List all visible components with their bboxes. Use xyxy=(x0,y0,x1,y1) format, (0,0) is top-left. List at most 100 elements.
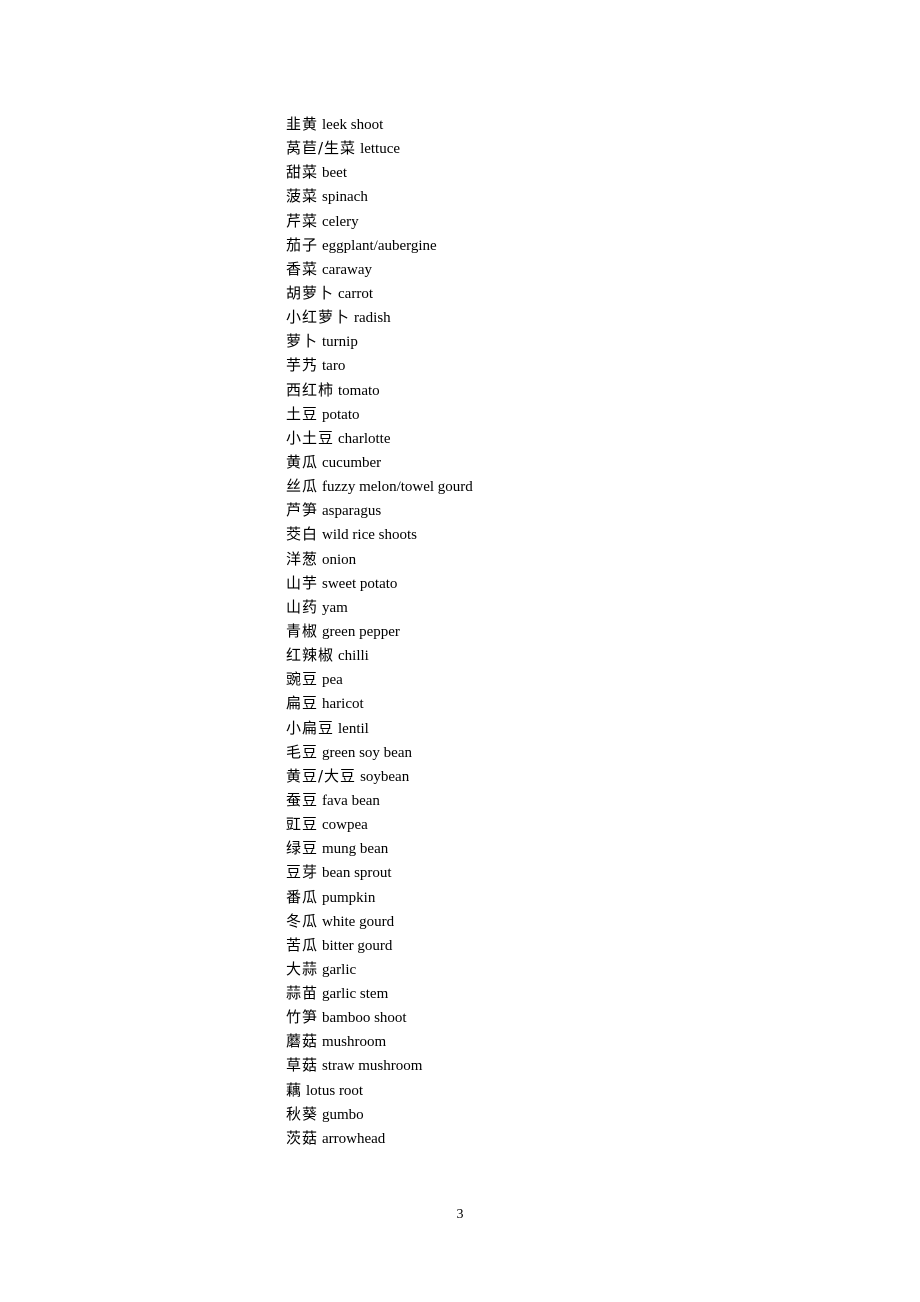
vocab-entry: 丝瓜 fuzzy melon/towel gourd xyxy=(286,474,473,498)
chinese-term: 红辣椒 xyxy=(286,646,335,665)
english-term: radish xyxy=(354,310,391,327)
chinese-term: 小扁豆 xyxy=(286,718,335,737)
vocab-entry: 苦瓜 bitter gourd xyxy=(286,933,473,957)
vocab-entry: 藕 lotus root xyxy=(286,1078,473,1102)
english-term: asparagus xyxy=(322,503,382,520)
vocab-entry: 红辣椒 chilli xyxy=(286,643,473,667)
english-term: white gourd xyxy=(322,913,395,930)
vocab-entry: 山芋 sweet potato xyxy=(286,571,473,595)
english-term: taro xyxy=(322,358,346,375)
vocab-entry: 洋葱 onion xyxy=(286,547,473,571)
vocab-entry: 大蒜 garlic xyxy=(286,957,473,981)
english-term: carrot xyxy=(338,285,373,302)
chinese-term: 山药 xyxy=(286,597,319,616)
english-term: fava bean xyxy=(322,792,380,809)
chinese-term: 山芋 xyxy=(286,573,319,592)
vocab-entry: 冬瓜 white gourd xyxy=(286,909,473,933)
chinese-term: 芦笋 xyxy=(286,501,319,520)
vocab-entry: 西红柿 tomato xyxy=(286,378,473,402)
english-term: beet xyxy=(322,165,347,182)
vocab-entry: 萝卜 turnip xyxy=(286,329,473,353)
chinese-term: 小红萝卜 xyxy=(286,308,351,327)
vocab-entry: 蘑菇 mushroom xyxy=(286,1029,473,1053)
vocab-entry: 菠菜 spinach xyxy=(286,184,473,208)
chinese-term: 番瓜 xyxy=(286,887,319,906)
english-term: yam xyxy=(322,599,348,616)
vocab-entry: 韭黄 leek shoot xyxy=(286,112,473,136)
document-page: 韭黄 leek shoot 莴苣/生菜 lettuce 甜菜 beet 菠菜 spinach 芹… xyxy=(0,0,920,1302)
chinese-term: 芹菜 xyxy=(286,211,319,230)
english-term: charlotte xyxy=(338,430,391,447)
english-term: green pepper xyxy=(322,623,400,640)
english-term: mung bean xyxy=(322,841,389,858)
english-term: haricot xyxy=(322,696,364,713)
english-term: lotus root xyxy=(306,1082,364,1099)
english-term: bitter gourd xyxy=(322,937,393,954)
english-term: eggplant/aubergine xyxy=(322,237,437,254)
chinese-term: 蒜苗 xyxy=(286,984,319,1003)
english-term: cowpea xyxy=(322,817,368,834)
english-term: pumpkin xyxy=(322,889,376,906)
english-term: wild rice shoots xyxy=(322,527,418,544)
vocab-entry: 莴苣/生菜 lettuce xyxy=(286,136,473,160)
english-term: fuzzy melon/towel gourd xyxy=(322,479,473,496)
english-term: celery xyxy=(322,213,359,230)
vocab-entry: 番瓜 pumpkin xyxy=(286,885,473,909)
chinese-term: 韭黄 xyxy=(286,115,319,133)
chinese-term: 芋艿 xyxy=(286,356,319,375)
english-term: pea xyxy=(322,672,343,689)
chinese-term: 黄豆/大豆 xyxy=(286,766,357,785)
chinese-term: 绿豆 xyxy=(286,839,319,858)
english-term: onion xyxy=(322,551,357,568)
chinese-term: 菠菜 xyxy=(286,187,319,206)
vocab-entry: 草菇 straw mushroom xyxy=(286,1053,473,1077)
english-term: garlic xyxy=(322,961,357,978)
chinese-term: 蘑菇 xyxy=(286,1032,319,1051)
english-term: spinach xyxy=(322,189,368,206)
english-term: sweet potato xyxy=(322,575,398,592)
vocab-entry: 蚕豆 fava bean xyxy=(286,788,473,812)
chinese-term: 草菇 xyxy=(286,1056,319,1075)
english-term: bean sprout xyxy=(322,865,392,882)
chinese-term: 豌豆 xyxy=(286,670,319,689)
chinese-term: 茨菇 xyxy=(286,1128,319,1147)
vocab-entry: 绿豆 mung bean xyxy=(286,836,473,860)
chinese-term: 扁豆 xyxy=(286,694,319,713)
vocab-entry: 扁豆 haricot xyxy=(286,691,473,715)
chinese-term: 莴苣/生菜 xyxy=(286,139,357,158)
chinese-term: 豇豆 xyxy=(286,815,319,834)
chinese-term: 毛豆 xyxy=(286,742,319,761)
vocab-entry: 山药 yam xyxy=(286,595,473,619)
english-term: chilli xyxy=(338,648,369,665)
english-term: garlic stem xyxy=(322,986,389,1003)
chinese-term: 秋葵 xyxy=(286,1104,319,1123)
vocab-entry: 青椒 green pepper xyxy=(286,619,473,643)
chinese-term: 藕 xyxy=(286,1080,303,1099)
chinese-term: 西红柿 xyxy=(286,380,335,399)
chinese-term: 胡萝卜 xyxy=(286,283,335,302)
vocab-entry: 茨菇 arrowhead xyxy=(286,1126,473,1150)
chinese-term: 茭白 xyxy=(286,525,319,544)
vocab-entry: 黄豆/大豆 soybean xyxy=(286,764,473,788)
english-term: green soy bean xyxy=(322,744,412,761)
chinese-term: 香菜 xyxy=(286,259,319,278)
vocab-entry: 芹菜 celery xyxy=(286,209,473,233)
vocab-entry: 豆芽 bean sprout xyxy=(286,860,473,884)
vocab-entry: 茄子 eggplant/aubergine xyxy=(286,233,473,257)
vocab-entry: 毛豆 green soy bean xyxy=(286,740,473,764)
english-term: lettuce xyxy=(360,141,401,158)
english-term: mushroom xyxy=(322,1034,387,1051)
vocab-entry: 竹笋 bamboo shoot xyxy=(286,1005,473,1029)
english-term: turnip xyxy=(322,334,358,351)
english-term: soybean xyxy=(360,768,410,785)
vocab-entry: 小土豆 charlotte xyxy=(286,426,473,450)
english-term: bamboo shoot xyxy=(322,1010,407,1027)
page-number: 3 xyxy=(456,1207,464,1222)
chinese-term: 豆芽 xyxy=(286,863,319,882)
chinese-term: 竹笋 xyxy=(286,1008,319,1027)
chinese-term: 洋葱 xyxy=(286,549,319,568)
chinese-term: 萝卜 xyxy=(286,332,319,351)
english-term: cucumber xyxy=(322,454,382,471)
chinese-term: 土豆 xyxy=(286,404,319,423)
english-term: caraway xyxy=(322,261,372,278)
